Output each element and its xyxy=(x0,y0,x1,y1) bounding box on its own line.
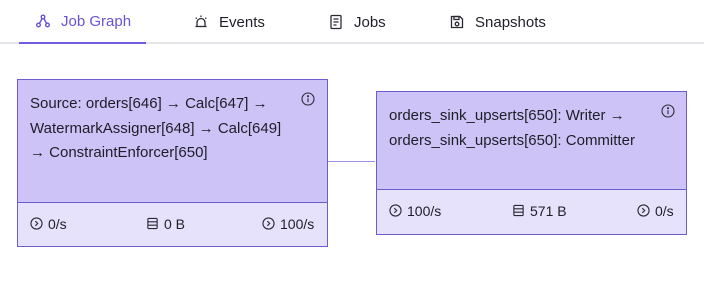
rate-icon xyxy=(389,204,402,217)
output-rate: 100/s xyxy=(262,203,314,244)
state-size: 0 B xyxy=(146,203,185,244)
node-header: Source: orders[646] → Calc[647] → Waterm… xyxy=(18,80,327,202)
tab-events[interactable]: Events xyxy=(193,0,265,44)
tab-label: Job Graph xyxy=(61,12,132,30)
input-rate: 100/s xyxy=(389,190,441,231)
tab-label: Events xyxy=(219,13,265,31)
input-rate-value: 100/s xyxy=(407,202,442,219)
node-metrics: 0/s 0 B 100/s xyxy=(18,202,327,244)
save-icon xyxy=(449,14,465,30)
tab-snapshots[interactable]: Snapshots xyxy=(449,0,546,44)
graph-edge xyxy=(328,161,375,162)
database-icon xyxy=(147,217,158,230)
tab-bar: Job Graph Events Jobs Snapshots xyxy=(0,0,704,44)
document-icon xyxy=(328,14,344,30)
state-size-value: 571 B xyxy=(530,202,567,219)
graph-icon xyxy=(35,13,51,29)
graph-node-sink[interactable]: orders_sink_upserts[650]: Writer → order… xyxy=(376,91,687,235)
output-rate-value: 100/s xyxy=(280,215,315,232)
job-graph-canvas[interactable]: Source: orders[646] → Calc[647] → Waterm… xyxy=(0,44,704,281)
node-title: Source: orders[646] → Calc[647] → Waterm… xyxy=(30,95,282,161)
state-size: 571 B xyxy=(512,190,567,231)
rate-icon xyxy=(637,204,650,217)
info-icon[interactable] xyxy=(301,92,315,106)
output-rate: 0/s xyxy=(637,190,674,231)
rate-icon xyxy=(30,217,43,230)
node-metrics: 100/s 571 B 0/s xyxy=(377,189,686,231)
node-header: orders_sink_upserts[650]: Writer → order… xyxy=(377,92,686,189)
tab-label: Jobs xyxy=(354,13,386,31)
state-size-value: 0 B xyxy=(164,215,186,232)
alarm-icon xyxy=(193,14,209,30)
rate-icon xyxy=(262,217,275,230)
tab-jobs[interactable]: Jobs xyxy=(328,0,386,44)
database-icon xyxy=(513,204,524,217)
info-icon[interactable] xyxy=(661,104,675,118)
tab-label: Snapshots xyxy=(475,13,546,31)
input-rate-value: 0/s xyxy=(48,215,67,232)
output-rate-value: 0/s xyxy=(655,202,674,219)
tab-job-graph[interactable]: Job Graph xyxy=(19,0,146,44)
node-title: orders_sink_upserts[650]: Writer → order… xyxy=(389,107,635,149)
graph-node-source[interactable]: Source: orders[646] → Calc[647] → Waterm… xyxy=(17,79,328,247)
input-rate: 0/s xyxy=(30,203,67,244)
